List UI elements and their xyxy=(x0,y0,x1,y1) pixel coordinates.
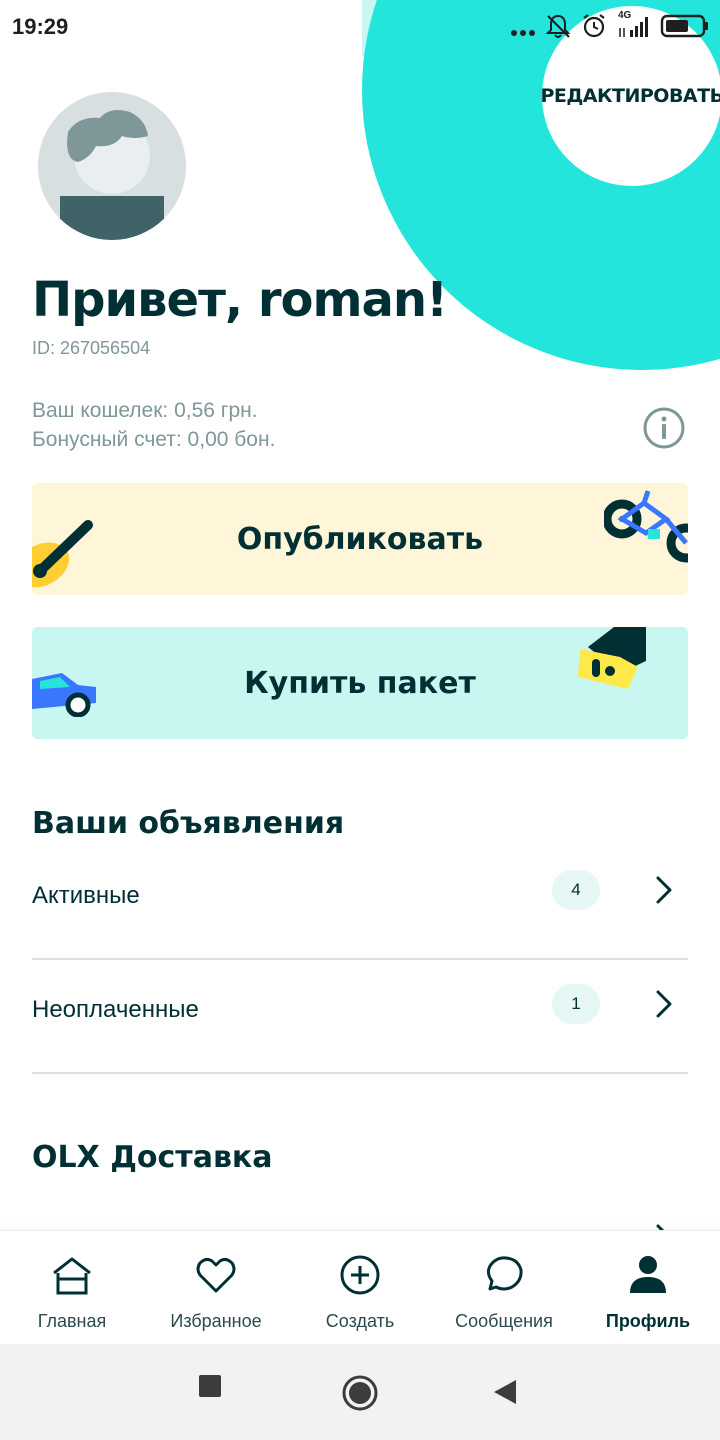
bicycle-illustration xyxy=(604,490,688,563)
profile-screen: РЕДАКТИРОВАТЬ 19:29 4G Привет, roman! ID… xyxy=(0,0,720,1440)
person-icon xyxy=(630,1256,666,1293)
plus-circle-icon xyxy=(340,1255,380,1295)
buy-package-button[interactable]: Купить пакет xyxy=(32,627,688,739)
alarm-icon xyxy=(583,14,605,38)
house-illustration xyxy=(578,627,646,689)
avatar[interactable] xyxy=(38,92,186,240)
muted-bell-icon xyxy=(545,14,571,38)
avatar-placeholder-icon xyxy=(38,92,186,240)
nav-messages-label: Сообщения xyxy=(455,1311,553,1331)
user-id: ID: 267056504 xyxy=(32,338,151,358)
more-dots-icon xyxy=(511,30,535,36)
delivery-section-title: OLX Доставка xyxy=(32,1140,273,1175)
battery-icon xyxy=(660,14,708,38)
back-icon[interactable] xyxy=(492,1378,518,1406)
home-icon xyxy=(53,1257,91,1295)
wallet-balance: Ваш кошелек: 0,56 грн. xyxy=(32,399,258,422)
nav-home-label: Главная xyxy=(37,1311,107,1331)
ads-section-title: Ваши объявления xyxy=(32,806,345,841)
guitar-illustration xyxy=(32,520,93,588)
home-system-icon[interactable] xyxy=(341,1374,379,1412)
nav-favorites-label: Избранное xyxy=(170,1311,262,1331)
nav-create[interactable]: Создать xyxy=(288,1231,432,1344)
nav-profile[interactable]: Профиль xyxy=(576,1231,720,1344)
status-time: 19:29 xyxy=(12,14,69,39)
nav-favorites[interactable]: Избранное xyxy=(144,1231,288,1344)
nav-home[interactable]: Главная xyxy=(0,1231,144,1344)
chat-icon xyxy=(486,1256,523,1291)
greeting-title: Привет, roman! xyxy=(32,272,448,328)
status-icons: 4G xyxy=(510,10,710,40)
count-badge: 1 xyxy=(552,984,600,1024)
chevron-right-icon xyxy=(656,990,672,1018)
edit-profile-label: РЕДАКТИРОВАТЬ xyxy=(540,85,720,107)
publish-label: Опубликовать xyxy=(236,521,484,557)
publish-button[interactable]: Опубликовать xyxy=(32,483,688,595)
signal-icon: 4G xyxy=(616,10,652,40)
list-item-active[interactable]: Активные 4 xyxy=(32,846,688,960)
nav-profile-label: Профиль xyxy=(605,1311,691,1331)
bonus-balance: Бонусный счет: 0,00 бон. xyxy=(32,428,276,451)
count-badge: 4 xyxy=(552,870,600,910)
car-illustration xyxy=(32,673,96,717)
system-nav-bar xyxy=(0,1344,720,1440)
status-bar: 19:29 4G xyxy=(0,0,720,56)
list-item-unpaid[interactable]: Неоплаченные 1 xyxy=(32,960,688,1074)
bottom-nav: Главная Избранное Создать Сообщения Проф… xyxy=(0,1230,720,1344)
nav-messages[interactable]: Сообщения xyxy=(432,1231,576,1344)
info-icon[interactable] xyxy=(642,406,686,450)
buy-package-label: Купить пакет xyxy=(244,665,476,701)
wallet-info: Ваш кошелек: 0,56 грн. Бонусный счет: 0,… xyxy=(32,396,275,454)
row-label: Неоплаченные xyxy=(32,996,199,1023)
heart-icon xyxy=(196,1257,236,1293)
row-label: Активные xyxy=(32,882,140,909)
recent-apps-icon[interactable] xyxy=(198,1374,222,1398)
chevron-right-icon xyxy=(656,876,672,904)
nav-create-label: Создать xyxy=(325,1311,395,1331)
